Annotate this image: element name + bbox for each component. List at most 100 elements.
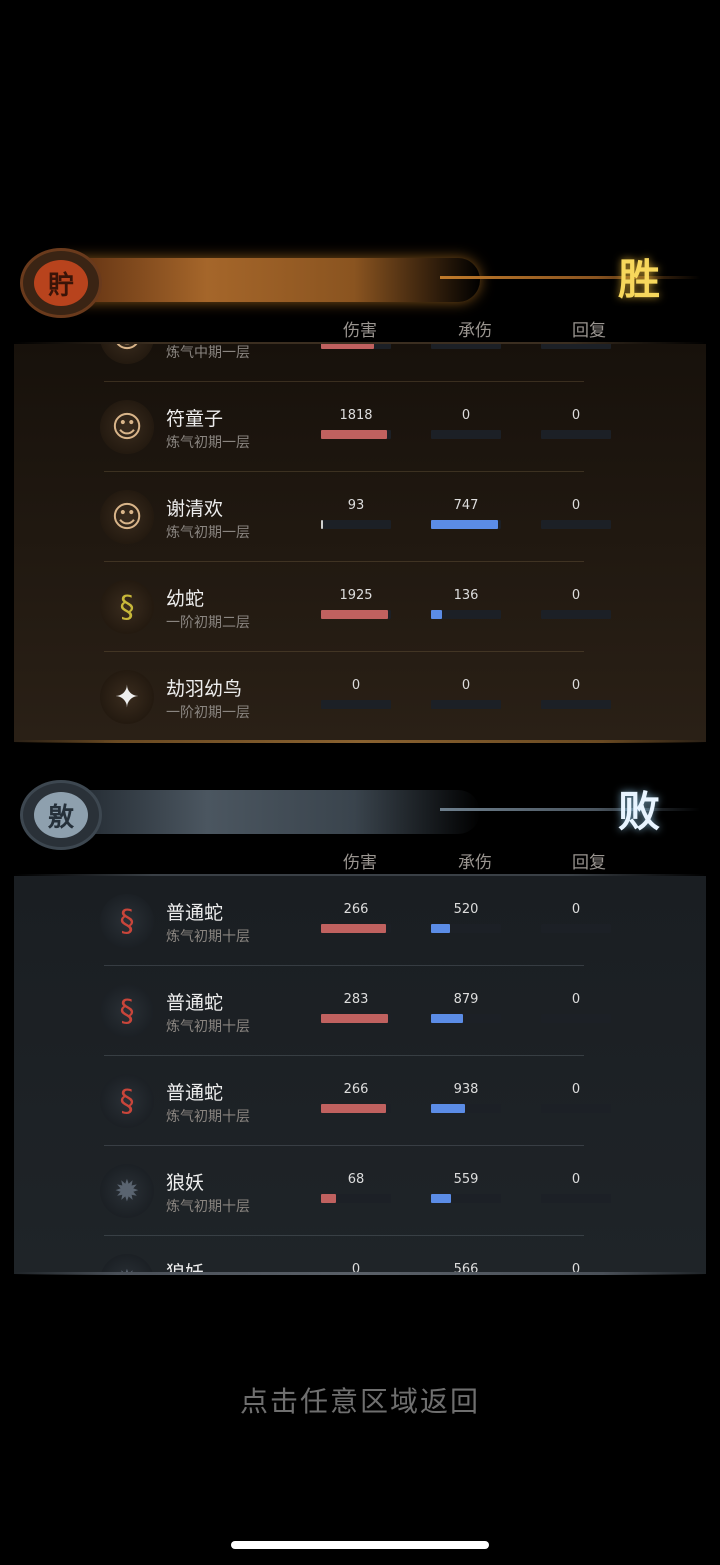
defeat-brush-line [440, 808, 700, 811]
heal-value: 0 [571, 408, 581, 423]
damage-stat: 283 [321, 992, 391, 1023]
heal-value: 0 [571, 498, 581, 513]
unit-row[interactable]: § 普通蛇炼气初期十层 283 879 0 [14, 966, 706, 1056]
taken-bar [431, 924, 501, 933]
header-taken: 承伤 [458, 853, 492, 873]
taken-value: 520 [453, 902, 479, 917]
taken-bar [431, 610, 501, 619]
damage-bar-fill [321, 344, 374, 349]
unit-name: 符童子 [166, 408, 224, 430]
unit-row[interactable]: ☺ 符童子炼气初期一层 1818 0 0 [14, 382, 706, 472]
unit-name: 普通蛇 [166, 992, 224, 1014]
damage-value: 1925 [339, 588, 373, 603]
heal-stat: 0 [541, 992, 611, 1023]
heal-stat: 0 [541, 588, 611, 619]
taken-value: 0 [461, 408, 471, 423]
unit-row[interactable]: ✹狼妖05660 [14, 1236, 706, 1274]
taken-bar-fill [431, 610, 442, 619]
damage-bar-fill [321, 520, 323, 529]
taken-bar-fill [431, 924, 450, 933]
heal-bar [541, 700, 611, 709]
victory-result-text: 胜 [617, 255, 660, 304]
damage-bar [321, 520, 391, 529]
taken-stat: 0 [431, 408, 501, 439]
taken-bar-fill [431, 1104, 466, 1113]
unit-rank: 炼气初期十层 [166, 1019, 250, 1035]
unit-rank: 一阶初期一层 [166, 705, 250, 721]
unit-row[interactable]: ✦ 劫羽幼鸟 一阶初期一层 0 0 0 [14, 652, 706, 742]
unit-row[interactable]: ✹ 狼妖 炼气初期十层 68 559 0 [14, 1146, 706, 1236]
defeat-seal-char: 敫 [34, 792, 88, 838]
defeat-panel: 敫 败 伤害 承伤 回复 § 普通蛇 炼气初期十层 266 520 0 § 普通蛇 炼气初期十层… [0, 772, 720, 1277]
taken-bar [431, 344, 501, 349]
header-heal: 回复 [572, 853, 606, 873]
defeat-column-headers: 伤害 承伤 回复 [0, 848, 720, 874]
unit-row[interactable]: ☺ 炼气中期一层 [14, 344, 706, 382]
heal-value: 0 [571, 1172, 581, 1187]
red-snake-icon: § [100, 894, 154, 948]
taken-stat: 520 [431, 902, 501, 933]
damage-bar [321, 610, 391, 619]
unit-row[interactable]: § 幼蛇 一阶初期二层 1925 136 0 [14, 562, 706, 652]
victory-brush-stroke [60, 258, 480, 302]
header-damage: 伤害 [343, 853, 377, 873]
snake-icon: § [100, 580, 154, 634]
heal-value: 0 [571, 588, 581, 603]
damage-bar [321, 344, 391, 349]
taken-bar [431, 1104, 501, 1113]
damage-bar [321, 1014, 391, 1023]
victory-banner: 貯 胜 [0, 240, 720, 320]
defeat-result-text: 败 [617, 787, 660, 836]
damage-stat: 266 [321, 1082, 391, 1113]
taken-value: 938 [453, 1082, 479, 1097]
unit-rank: 炼气中期一层 [166, 345, 250, 361]
taken-bar [431, 520, 501, 529]
heal-bar [541, 344, 611, 349]
taken-value: 136 [453, 588, 479, 603]
boy-icon: ☺ [100, 400, 154, 454]
header-heal: 回复 [572, 321, 606, 341]
victory-panel: 貯 胜 伤害 承伤 回复 ☺ 炼气中期一层 ☺ 符童子炼气初期一层 1818 0 0 ☺ 谢清欢… [0, 240, 720, 745]
victory-brush-line [440, 276, 700, 279]
damage-value: 266 [343, 902, 369, 917]
damage-bar-fill [321, 1014, 388, 1023]
taken-stat: 879 [431, 992, 501, 1023]
defeat-banner: 敫 败 [0, 772, 720, 852]
taken-value: 559 [453, 1172, 479, 1187]
damage-stat: 68 [321, 1172, 391, 1203]
header-damage: 伤害 [343, 321, 377, 341]
damage-value: 1818 [339, 408, 373, 423]
taken-bar [431, 700, 501, 709]
taken-stat: 136 [431, 588, 501, 619]
damage-bar [321, 1104, 391, 1113]
red-snake-icon: § [100, 984, 154, 1038]
tap-to-return-hint[interactable]: 点击任意区域返回 [0, 1380, 720, 1420]
heal-value: 0 [571, 902, 581, 917]
taken-bar [431, 1014, 501, 1023]
unit-row[interactable]: § 普通蛇 炼气初期十层 266 520 0 [14, 876, 706, 966]
damage-bar [321, 430, 391, 439]
damage-stat: 1925 [321, 588, 391, 619]
taken-stat [431, 344, 501, 349]
bird-icon: ✦ [100, 670, 154, 724]
unit-row[interactable]: ☺ 谢清欢 炼气初期一层 93 747 0 [14, 472, 706, 562]
wolf-icon: ✹ [100, 1254, 154, 1274]
victory-list-bottom-border [14, 740, 706, 743]
unit-row[interactable]: § 普通蛇 炼气初期十层 266 938 0 [14, 1056, 706, 1146]
defeat-seal-icon: 敫 [20, 780, 102, 850]
human-icon: ☺ [100, 344, 154, 364]
victory-list: ☺炼气中期一层☺符童子炼气初期一层181800☺谢清欢炼气初期一层937470§… [14, 344, 706, 742]
unit-rank: 炼气初期一层 [166, 435, 250, 451]
damage-bar [321, 700, 391, 709]
damage-bar-fill [321, 1194, 337, 1203]
damage-bar [321, 924, 391, 933]
home-indicator[interactable] [231, 1541, 489, 1549]
heal-stat: 0 [541, 678, 611, 709]
heal-stat: 0 [541, 1082, 611, 1113]
heal-value: 0 [571, 992, 581, 1007]
unit-name: 谢清欢 [166, 498, 224, 520]
heal-value: 0 [571, 1082, 581, 1097]
heal-stat [541, 344, 611, 349]
damage-stat [321, 344, 391, 349]
heal-value: 0 [571, 678, 581, 693]
